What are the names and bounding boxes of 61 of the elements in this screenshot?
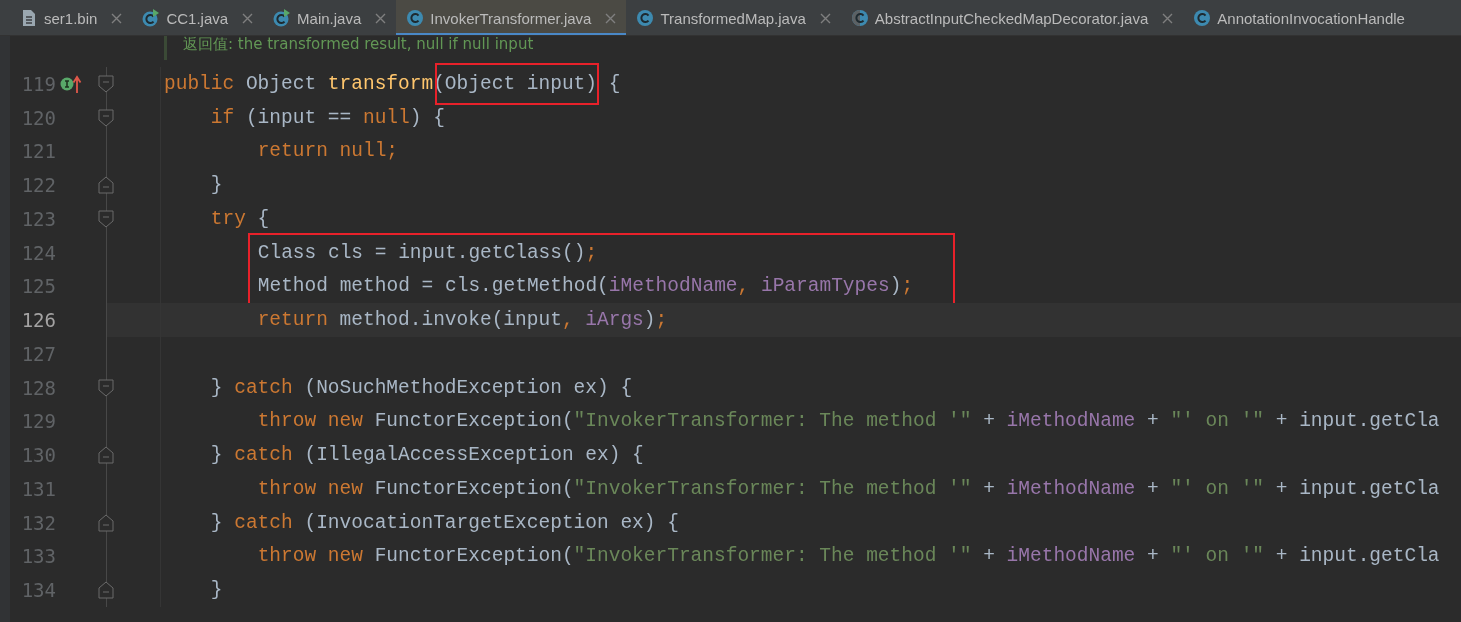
class-icon — [636, 9, 655, 27]
file-icon — [20, 9, 38, 27]
fold-end-icon[interactable] — [97, 581, 115, 600]
editor-tab[interactable]: CC1.java — [132, 0, 264, 35]
code-line: if (input == null) { — [210, 106, 445, 129]
line-number: 126 — [20, 309, 56, 332]
class-icon — [406, 9, 425, 27]
abstract-class-icon — [850, 9, 869, 27]
code-line: throw new FunctorException("InvokerTransformer: The method '" + iMethodName + "' on '" + input.getCla — [257, 477, 1440, 500]
line-number: 133 — [20, 545, 56, 568]
line-number: 121 — [20, 140, 56, 163]
code-line: throw new FunctorException("InvokerTransformer: The method '" + iMethodName + "' on '" + input.getCla — [257, 410, 1440, 433]
fold-end-icon[interactable] — [97, 513, 115, 532]
editor-tab[interactable]: TransformedMap.java — [626, 0, 841, 35]
line-number: 132 — [20, 511, 56, 534]
code-line: Class cls = input.getClass(); — [257, 241, 598, 264]
editor-tab[interactable]: Main.java — [263, 0, 397, 35]
close-icon[interactable] — [819, 12, 831, 24]
line-number: 127 — [20, 342, 56, 365]
editor-tab[interactable]: AnnotationInvocationHandle — [1183, 0, 1415, 35]
line-number: 130 — [20, 444, 56, 467]
code-line: return null; — [257, 140, 399, 163]
code-line: Method method = cls.getMethod(iMethodName, iParamTypes); — [257, 275, 914, 298]
line-number: 131 — [20, 477, 56, 500]
code-line: try { — [210, 207, 270, 230]
close-icon[interactable] — [242, 12, 254, 24]
fold-end-icon[interactable] — [97, 176, 115, 195]
close-icon[interactable] — [375, 12, 387, 24]
editor-tab[interactable]: InvokerTransformer.java — [396, 0, 627, 35]
code-line: public Object transform(Object input) { — [164, 72, 621, 95]
line-number: 119 — [20, 72, 56, 95]
code-line: return method.invoke(input, iArgs); — [257, 309, 668, 332]
line-number: 129 — [20, 410, 56, 433]
doc-comment: 返回值: the transformed result, null if null input — [183, 36, 534, 52]
code-line: } — [210, 579, 223, 602]
fold-icon[interactable] — [97, 75, 115, 93]
fold-end-icon[interactable] — [97, 446, 115, 465]
editor-tab[interactable]: AbstractInputCheckedMapDecorator.java — [840, 0, 1184, 35]
line-number: 123 — [20, 207, 56, 230]
code-line: } — [210, 174, 223, 197]
class-icon — [1193, 9, 1212, 27]
line-number: 122 — [20, 174, 56, 197]
editor-tab[interactable]: ser1.bin — [10, 0, 133, 35]
code-line: } catch (InvocationTargetException ex) { — [210, 511, 679, 534]
line-number: 134 — [20, 579, 56, 602]
implements-icon[interactable] — [60, 73, 82, 94]
line-number: 120 — [20, 106, 56, 129]
fold-icon[interactable] — [97, 210, 115, 228]
code-line: } catch (IllegalAccessException ex) { — [210, 444, 644, 467]
close-icon[interactable] — [111, 12, 123, 24]
line-number: 124 — [20, 241, 56, 264]
close-icon[interactable] — [1162, 12, 1174, 24]
line-number: 125 — [20, 275, 56, 298]
close-icon[interactable] — [605, 12, 617, 24]
code-line: throw new FunctorException("InvokerTransformer: The method '" + iMethodName + "' on '" + input.getCla — [257, 545, 1440, 568]
class-run-icon — [142, 9, 161, 27]
line-number: 128 — [20, 376, 56, 399]
fold-icon[interactable] — [97, 108, 115, 127]
class-run-icon — [273, 9, 292, 27]
code-line: } catch (NoSuchMethodException ex) { — [210, 376, 633, 399]
fold-icon[interactable] — [97, 378, 115, 397]
